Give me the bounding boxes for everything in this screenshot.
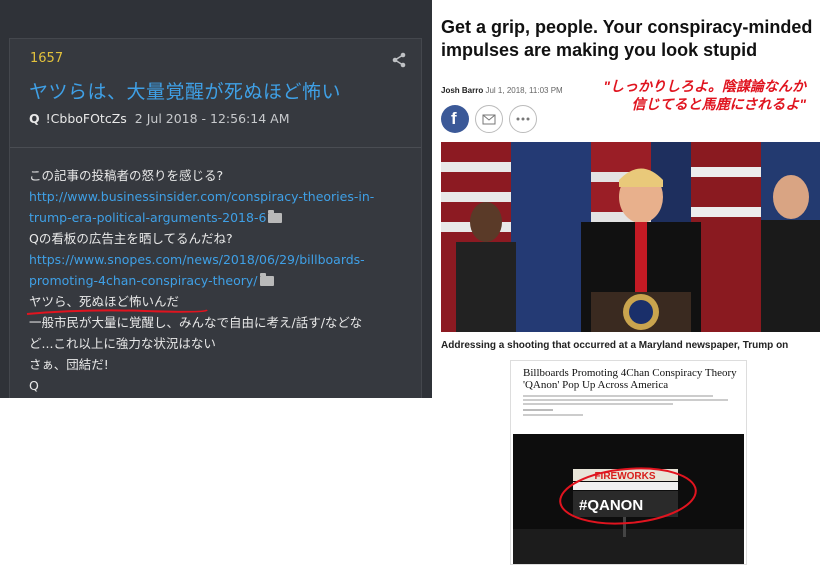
post-card: 1657 ヤツらは、大量覚醒が死ぬほど怖い Q !CbboFOtcZs 2 Jul … (9, 38, 422, 398)
annotation-line: "しっかりしろよ。陰謀論なんか (603, 78, 806, 94)
article-summary (523, 394, 735, 405)
post-title: ヤツらは、大量覚醒が死ぬほど怖い (29, 81, 342, 103)
annotation-line: 信じてると馬鹿にされるよ" (631, 96, 806, 112)
body-line: Qの看板の広告主を晒してるんだね? (29, 231, 233, 246)
billboard-article[interactable]: Billboards Promoting 4Chan Conspiracy Th… (510, 360, 747, 565)
facebook-glyph: f (451, 109, 457, 128)
photo-caption: Addressing a shooting that occurred at a… (441, 340, 789, 351)
article-author-small (523, 409, 583, 416)
share-icon[interactable] (391, 52, 407, 68)
article-photo (441, 142, 820, 332)
post-body: この記事の投稿者の怒りを感じる? http://www.businessinsi… (26, 165, 414, 396)
mail-icon[interactable] (475, 105, 503, 133)
folder-icon[interactable] (259, 273, 274, 286)
japanese-annotation: "しっかりしろよ。陰謀論なんか 信じてると馬鹿にされるよ" (603, 77, 806, 113)
article-headline[interactable]: Get a grip, people. Your conspiracy-mind… (441, 16, 813, 62)
highlighted-line: ヤツら、死ぬほど怖いんだ (26, 291, 208, 315)
post-number[interactable]: 1657 (30, 51, 63, 66)
article-date: Jul 1, 2018, 11:03 PM (485, 86, 563, 95)
billboard-article-title[interactable]: Billboards Promoting 4Chan Conspiracy Th… (523, 367, 738, 391)
post-author: Q (29, 111, 40, 126)
body-line: さぁ、団結だ! (29, 357, 109, 372)
body-line: Q (29, 378, 39, 393)
billboard-photo: FIREWORKS #QANON (513, 434, 744, 564)
post-date: 2 Jul 2018 - 12:56:14 AM (134, 111, 290, 126)
article-panel: Get a grip, people. Your conspiracy-mind… (432, 0, 820, 355)
link-snopes-b[interactable]: promoting-4chan-conspiracy-theory/ (29, 273, 258, 288)
post-meta: Q !CbboFOtcZs 2 Jul 2018 - 12:56:14 AM (29, 111, 289, 126)
article-author[interactable]: Josh Barro (441, 86, 483, 95)
billboard-hashtag: #QANON (579, 497, 643, 514)
body-line: この記事の投稿者の怒りを感じる? (29, 168, 224, 183)
link-businessinsider-a[interactable]: http://www.businessinsider.com/conspirac… (29, 189, 374, 204)
post-tripcode: !CbboFOtcZs (45, 111, 127, 126)
q-post-panel: 1657 ヤツらは、大量覚醒が死ぬほど怖い Q !CbboFOtcZs 2 Jul … (0, 0, 432, 398)
body-line: ど...これ以上に強力な状況はない (29, 336, 216, 351)
folder-icon[interactable] (268, 210, 283, 223)
more-icon[interactable] (509, 105, 537, 133)
facebook-icon[interactable]: f (441, 105, 469, 133)
divider (10, 147, 421, 148)
link-businessinsider-b[interactable]: trump-era-political-arguments-2018-6 (29, 210, 266, 225)
article-byline: Josh Barro Jul 1, 2018, 11:03 PM (441, 86, 563, 95)
red-underline-annotation (26, 309, 208, 315)
link-snopes-a[interactable]: https://www.snopes.com/news/2018/06/29/b… (29, 252, 365, 267)
